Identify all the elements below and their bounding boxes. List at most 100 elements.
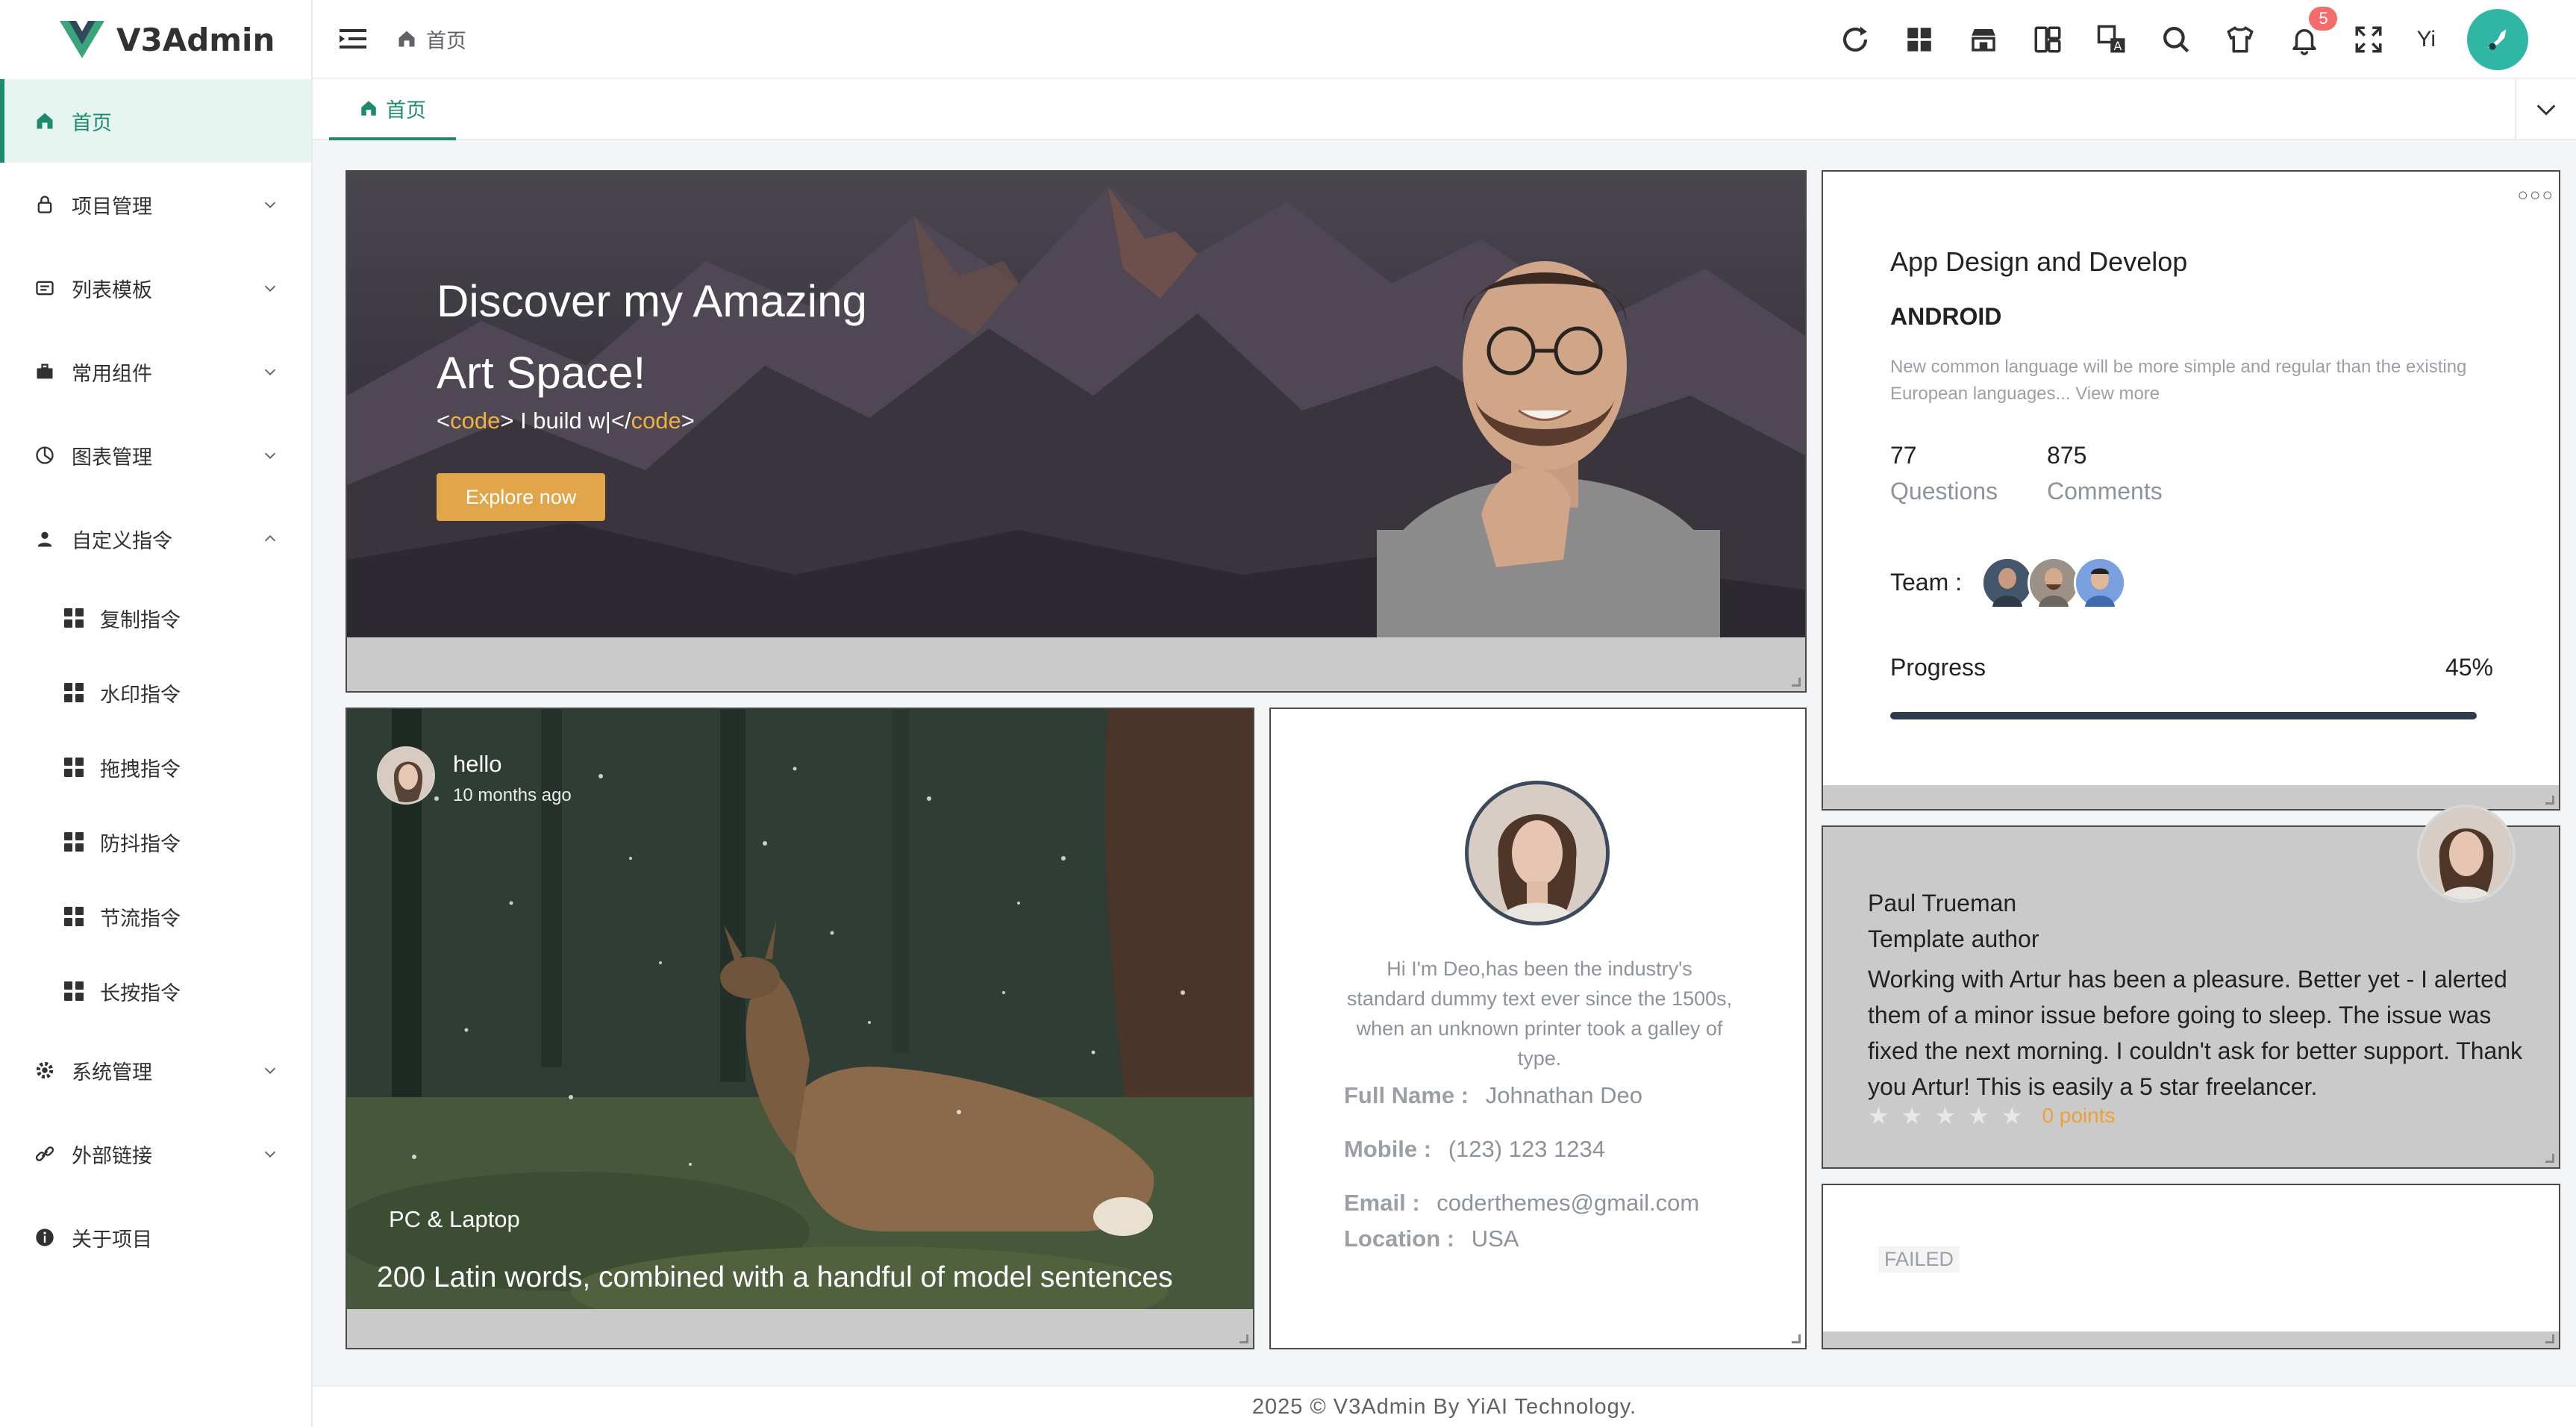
location-value: USA [1471,1225,1519,1252]
grid-icon [64,758,84,777]
refresh-icon [1843,26,1868,52]
tabs-more-button[interactable] [2515,79,2576,140]
questions-label: Questions [1890,478,1998,505]
sidebar-item-charts[interactable]: 图表管理 [0,413,311,497]
layout-icon [2034,26,2061,53]
footer-copyright: 2025 © V3Admin By YiAI Technology. [1251,1394,1637,1419]
tab-home[interactable]: 首页 [329,79,456,140]
top-header: 首页 A 5 Yi [313,0,2576,79]
post-author-name[interactable]: hello [453,751,502,778]
fullname-value: Johnathan Deo [1485,1082,1642,1108]
grid-icon [64,608,84,628]
email-value[interactable]: coderthemes@gmail.com [1437,1190,1699,1216]
failed-card-body: FAILED [1823,1185,2559,1331]
woman-portrait-image [2420,808,2513,900]
svg-text:A: A [2114,39,2122,53]
project-platform: ANDROID [1890,303,2002,330]
grid-icon [64,907,84,926]
sidebar-item-list-templates[interactable]: 列表模板 [0,246,311,330]
grid-icon [64,683,84,702]
post-author-avatar[interactable] [377,746,435,805]
lock-icon [33,193,57,216]
chevron-down-icon [2536,104,2556,116]
gear-icon [33,1058,57,1082]
sidebar-subitem-debounce[interactable]: 防抖指令 [0,805,311,879]
resize-handle[interactable] [2545,1154,2554,1163]
explore-button[interactable]: Explore now [437,473,605,521]
brand-logo[interactable]: V3Admin [0,0,311,79]
profile-email-row: Email : coderthemes@gmail.com [1344,1190,1699,1217]
resize-handle[interactable] [1792,1334,1801,1343]
theme-button[interactable] [2224,23,2257,56]
sidebar-item-label: 首页 [72,111,112,134]
sidebar-item-projects[interactable]: 项目管理 [0,163,311,246]
sidebar-subitem-longpress[interactable]: 长按指令 [0,954,311,1028]
star-icon[interactable]: ★ [1868,1102,1889,1130]
apps-button[interactable] [1903,23,1936,56]
chevron-down-icon [264,1067,276,1074]
resize-handle[interactable] [2545,796,2554,805]
rating-stars[interactable]: ★ ★ ★ ★ ★ 0 points [1868,1102,2116,1130]
layout-button[interactable] [2031,23,2064,56]
translate-button[interactable]: A [2095,23,2128,56]
profile-mobile-row: Mobile : (123) 123 1234 [1344,1136,1605,1163]
hero-banner: Discover my Amazing Art Space! <code> I … [346,170,1807,693]
resize-handle[interactable] [2545,1334,2554,1343]
hero-image: Discover my Amazing Art Space! <code> I … [347,172,1805,637]
post-title[interactable]: 200 Latin words, combined with a handful… [377,1261,1173,1294]
sidebar-item-custom-directives[interactable]: 自定义指令 [0,497,311,581]
refresh-button[interactable] [1839,23,1872,56]
sidebar-subitem-throttle[interactable]: 节流指令 [0,879,311,954]
sidebar-item-external-links[interactable]: 外部链接 [0,1112,311,1196]
sidebar-item-label: 常用组件 [72,362,152,385]
menu-toggle-icon[interactable] [340,28,366,50]
chevron-down-icon [264,1151,276,1158]
sidebar-item-label: 列表模板 [72,278,152,302]
progress-bar [1890,712,2477,719]
testimonial-role: Template author [1868,925,2039,952]
hero-title-line2: Art Space! [437,348,646,398]
store-button[interactable] [1967,23,2000,56]
sidebar-item-home[interactable]: 首页 [0,79,311,163]
sidebar-subitem-drag[interactable]: 拖拽指令 [0,730,311,805]
man-portrait-image [1983,559,2031,607]
breadcrumb-label: 首页 [426,29,466,52]
man-portrait-image [2076,559,2124,607]
failed-status: FAILED [1878,1246,1960,1273]
sidebar-item-system[interactable]: 系统管理 [0,1028,311,1112]
notification-button[interactable]: 5 [2288,7,2338,56]
team-member-avatar[interactable] [2028,557,2080,609]
language-switcher[interactable]: Yi [2416,27,2436,52]
testimonial-name: Paul Trueman [1868,890,2017,917]
star-icon[interactable]: ★ [1901,1102,1923,1130]
profile-card: Hi I'm Deo,has been the industry's stand… [1269,708,1807,1349]
star-icon[interactable]: ★ [2001,1102,2023,1130]
search-button[interactable] [2160,23,2192,56]
post-card: hello 10 months ago PC & Laptop 200 Lati… [346,708,1254,1349]
project-card: ○○○ App Design and Develop ANDROID New c… [1822,170,2560,811]
avatar[interactable] [2467,9,2528,70]
breadcrumb[interactable]: 首页 [396,25,466,54]
project-description[interactable]: New common language will be more simple … [1890,354,2502,408]
profile-fullname-row: Full Name : Johnathan Deo [1344,1082,1642,1109]
chevron-down-icon [264,452,276,459]
mobile-value: (123) 123 1234 [1448,1136,1606,1162]
fullscreen-button[interactable] [2352,23,2385,56]
sidebar-item-components[interactable]: 常用组件 [0,330,311,413]
star-icon[interactable]: ★ [1968,1102,1989,1130]
hero-title-line1: Discover my Amazing [437,276,867,326]
team-member-avatar[interactable] [2074,557,2126,609]
resize-handle[interactable] [1792,678,1801,687]
team-label: Team : [1890,569,1963,596]
sidebar-item-about[interactable]: 关于项目 [0,1196,311,1279]
apps-icon [1907,28,1932,51]
team-member-avatar[interactable] [1981,557,2033,609]
location-label: Location : [1344,1225,1455,1252]
resize-handle[interactable] [1239,1334,1248,1343]
star-icon[interactable]: ★ [1934,1102,1956,1130]
sidebar-subitem-copy[interactable]: 复制指令 [0,581,311,655]
chart-icon [33,443,57,467]
more-options-icon[interactable]: ○○○ [2518,185,2555,206]
sidebar-subitem-watermark[interactable]: 水印指令 [0,655,311,730]
sidebar-item-label: 系统管理 [72,1061,152,1084]
